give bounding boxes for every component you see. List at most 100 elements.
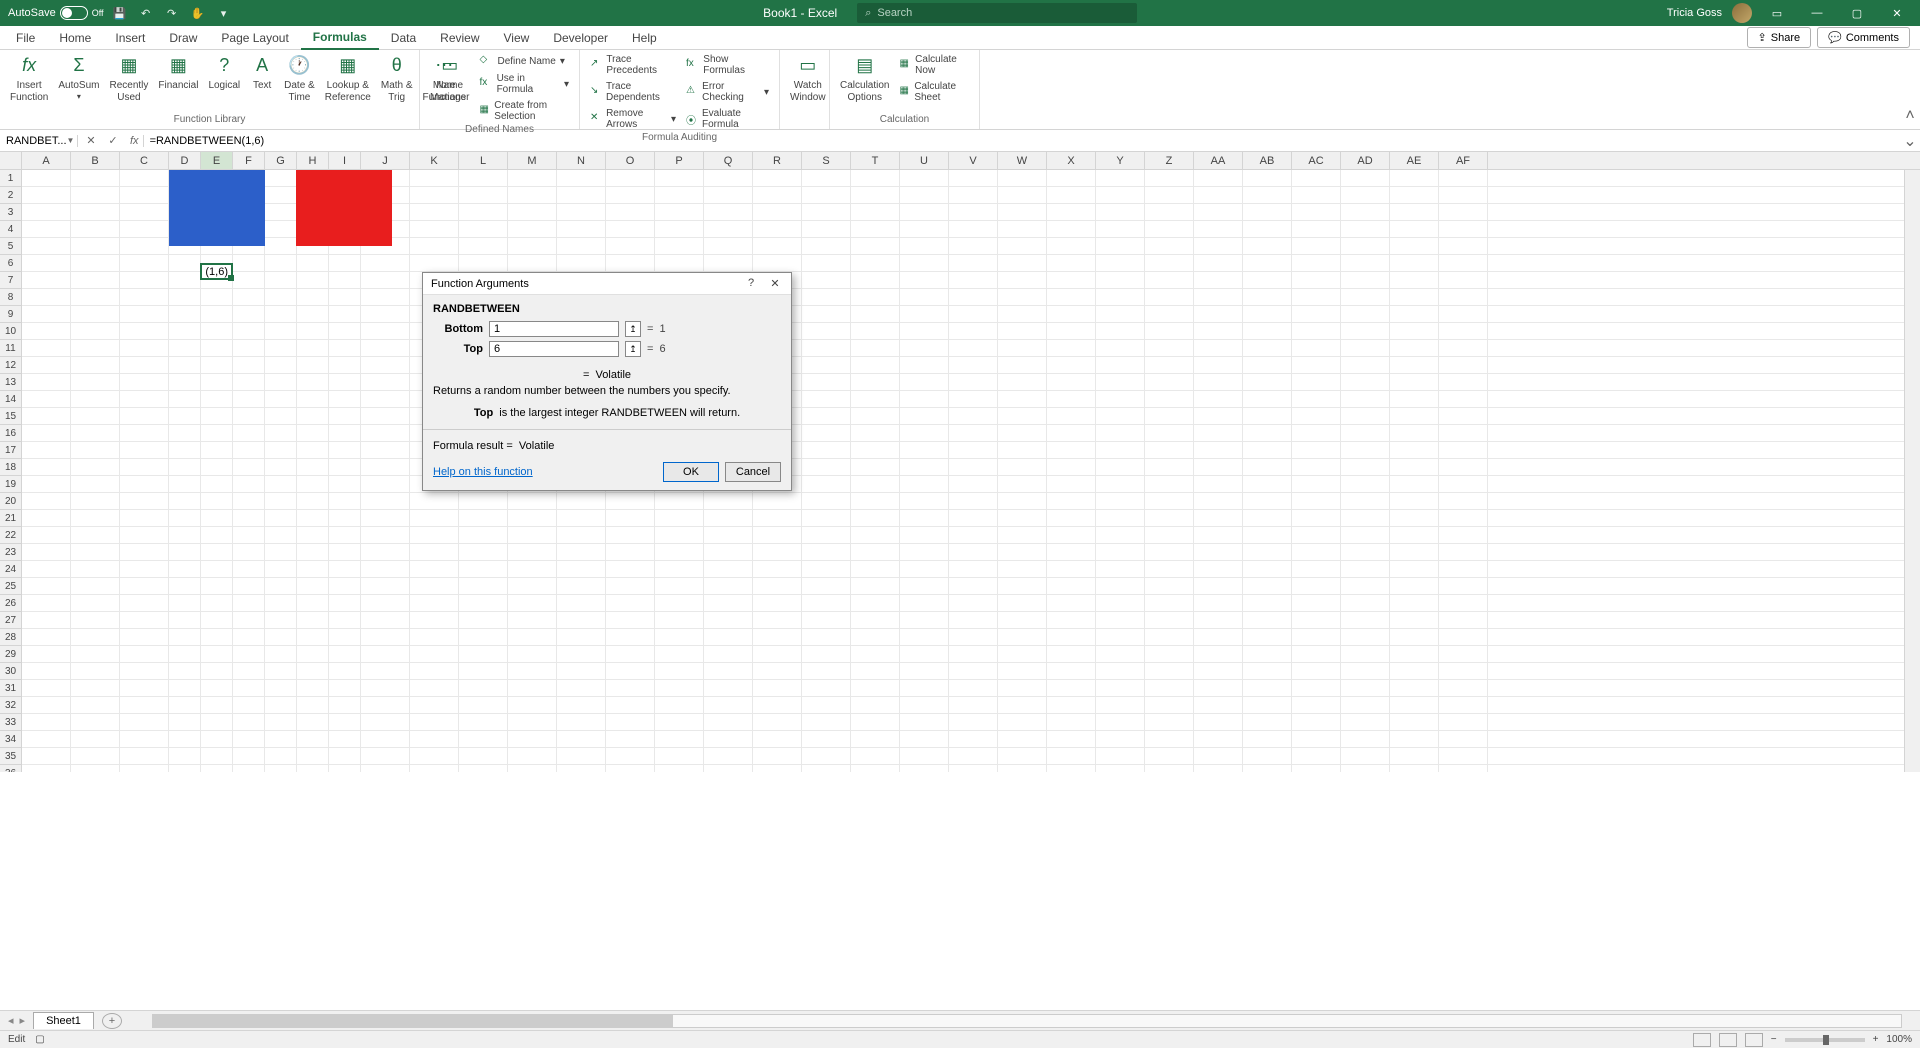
share-button[interactable]: ⇪Share [1747, 27, 1812, 48]
autosave-toggle[interactable]: AutoSave Off [8, 6, 104, 20]
trace-dependents-button[interactable]: ↘Trace Dependents [586, 79, 680, 105]
row-header-28[interactable]: 28 [0, 629, 22, 646]
use-in-formula-button[interactable]: fxUse in Formula ▾ [475, 71, 573, 97]
col-header-O[interactable]: O [606, 152, 655, 169]
error-checking-button[interactable]: ⚠Error Checking ▾ [682, 79, 773, 105]
horizontal-scrollbar[interactable] [152, 1014, 1902, 1028]
math-trig-button[interactable]: θMath & Trig [377, 52, 417, 106]
tab-developer[interactable]: Developer [541, 27, 620, 49]
row-header-12[interactable]: 12 [0, 357, 22, 374]
comments-button[interactable]: 💬Comments [1817, 27, 1910, 48]
tab-help[interactable]: Help [620, 27, 669, 49]
insert-function-button[interactable]: fxInsert Function [6, 52, 52, 106]
cancel-button[interactable]: Cancel [725, 462, 781, 482]
ribbon-display-icon[interactable]: ▭ [1762, 3, 1792, 23]
tab-page-layout[interactable]: Page Layout [209, 27, 300, 49]
avatar[interactable] [1732, 3, 1752, 23]
tab-file[interactable]: File [4, 27, 47, 49]
create-from-selection-button[interactable]: ▦Create from Selection [475, 98, 573, 124]
page-break-view-icon[interactable] [1745, 1033, 1763, 1047]
dialog-help-icon[interactable]: ? [743, 277, 759, 290]
formula-input[interactable]: =RANDBETWEEN(1,6) [144, 135, 1900, 147]
cancel-formula-icon[interactable]: ✕ [82, 134, 100, 147]
text-button[interactable]: AText [246, 52, 278, 94]
row-header-34[interactable]: 34 [0, 731, 22, 748]
col-header-K[interactable]: K [410, 152, 459, 169]
fx-icon[interactable]: fx [126, 135, 144, 147]
row-header-17[interactable]: 17 [0, 442, 22, 459]
row-header-5[interactable]: 5 [0, 238, 22, 255]
show-formulas-button[interactable]: fxShow Formulas [682, 52, 773, 78]
cells-area[interactable]: (1,6) [22, 170, 1920, 772]
zoom-out-icon[interactable]: − [1771, 1034, 1777, 1045]
col-header-AB[interactable]: AB [1243, 152, 1292, 169]
row-header-16[interactable]: 16 [0, 425, 22, 442]
help-link[interactable]: Help on this function [433, 466, 657, 478]
row-header-30[interactable]: 30 [0, 663, 22, 680]
toggle-pill[interactable] [60, 6, 88, 20]
active-cell[interactable]: (1,6) [200, 263, 233, 280]
col-header-AD[interactable]: AD [1341, 152, 1390, 169]
row-header-23[interactable]: 23 [0, 544, 22, 561]
zoom-level[interactable]: 100% [1886, 1034, 1912, 1045]
minimize-icon[interactable]: — [1802, 3, 1832, 23]
close-icon[interactable]: ✕ [1882, 3, 1912, 23]
tab-view[interactable]: View [492, 27, 542, 49]
row-header-25[interactable]: 25 [0, 578, 22, 595]
tab-data[interactable]: Data [379, 27, 428, 49]
col-header-B[interactable]: B [71, 152, 120, 169]
row-header-7[interactable]: 7 [0, 272, 22, 289]
autosum-button[interactable]: ΣAutoSum▾ [54, 52, 103, 104]
col-header-AE[interactable]: AE [1390, 152, 1439, 169]
arg-bottom-collapse-icon[interactable]: ↥ [625, 321, 641, 337]
tab-home[interactable]: Home [47, 27, 103, 49]
row-header-18[interactable]: 18 [0, 459, 22, 476]
row-header-15[interactable]: 15 [0, 408, 22, 425]
tab-draw[interactable]: Draw [157, 27, 209, 49]
col-header-D[interactable]: D [169, 152, 201, 169]
col-header-Y[interactable]: Y [1096, 152, 1145, 169]
name-box-dropdown-icon[interactable]: ▼ [67, 136, 75, 145]
define-name-button[interactable]: ◇Define Name ▾ [475, 52, 573, 70]
col-header-AC[interactable]: AC [1292, 152, 1341, 169]
formula-bar-expand-icon[interactable]: ⌄ [1900, 131, 1920, 151]
row-header-8[interactable]: 8 [0, 289, 22, 306]
tab-insert[interactable]: Insert [103, 27, 157, 49]
dialog-close-icon[interactable]: ✕ [767, 277, 783, 290]
sheet-nav-prev-icon[interactable]: ◂ [8, 1014, 14, 1027]
add-sheet-button[interactable]: + [102, 1013, 122, 1029]
page-layout-view-icon[interactable] [1719, 1033, 1737, 1047]
row-header-13[interactable]: 13 [0, 374, 22, 391]
row-header-24[interactable]: 24 [0, 561, 22, 578]
zoom-slider[interactable] [1785, 1038, 1865, 1042]
zoom-in-icon[interactable]: + [1873, 1034, 1879, 1045]
row-header-14[interactable]: 14 [0, 391, 22, 408]
watch-window-button[interactable]: ▭Watch Window [786, 52, 830, 106]
row-header-19[interactable]: 19 [0, 476, 22, 493]
maximize-icon[interactable]: ▢ [1842, 3, 1872, 23]
sheet-tab-1[interactable]: Sheet1 [33, 1012, 94, 1029]
col-header-U[interactable]: U [900, 152, 949, 169]
calculation-options-button[interactable]: ▤Calculation Options [836, 52, 893, 106]
col-header-V[interactable]: V [949, 152, 998, 169]
row-header-3[interactable]: 3 [0, 204, 22, 221]
enter-formula-icon[interactable]: ✓ [104, 134, 122, 147]
financial-button[interactable]: ▦Financial [154, 52, 202, 94]
lookup-button[interactable]: ▦Lookup & Reference [321, 52, 375, 106]
row-header-33[interactable]: 33 [0, 714, 22, 731]
col-header-Z[interactable]: Z [1145, 152, 1194, 169]
col-header-T[interactable]: T [851, 152, 900, 169]
remove-arrows-button[interactable]: ✕Remove Arrows ▾ [586, 106, 680, 132]
row-header-29[interactable]: 29 [0, 646, 22, 663]
col-header-X[interactable]: X [1047, 152, 1096, 169]
row-header-35[interactable]: 35 [0, 748, 22, 765]
sheet-nav-next-icon[interactable]: ▸ [20, 1014, 26, 1027]
evaluate-formula-button[interactable]: ⦿Evaluate Formula [682, 106, 773, 132]
logical-button[interactable]: ?Logical [204, 52, 244, 94]
dialog-title-bar[interactable]: Function Arguments ? ✕ [423, 273, 791, 295]
row-header-22[interactable]: 22 [0, 527, 22, 544]
col-header-S[interactable]: S [802, 152, 851, 169]
ok-button[interactable]: OK [663, 462, 719, 482]
search-box[interactable]: ⌕ Search [857, 3, 1137, 23]
row-header-4[interactable]: 4 [0, 221, 22, 238]
